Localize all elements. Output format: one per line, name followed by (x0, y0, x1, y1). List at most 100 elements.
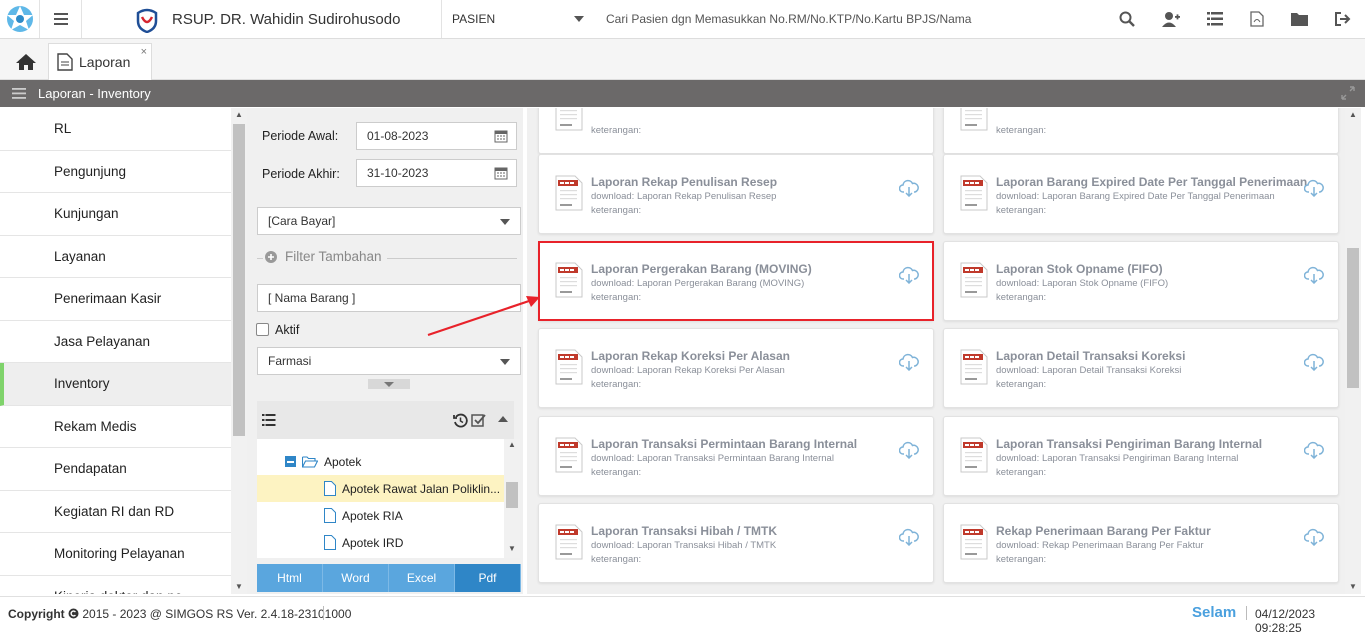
tree-scrollbar[interactable]: ▲ ▼ (504, 439, 520, 558)
check-square-icon[interactable] (471, 413, 487, 428)
search-icon[interactable] (1119, 11, 1135, 27)
nav-item-10[interactable]: Monitoring Pelayanan (0, 533, 231, 576)
collapse-icon[interactable] (285, 456, 296, 467)
nav-item-label: Monitoring Pelayanan (54, 546, 185, 562)
scrollbar-thumb[interactable] (1347, 248, 1359, 388)
tree-item-apotek[interactable]: Apotek (257, 448, 504, 475)
pdf-file-icon[interactable] (1250, 11, 1264, 27)
nav-item-8[interactable]: Pendapatan (0, 448, 231, 491)
report-card[interactable]: Laporan Barang Expired Date Per Tanggal … (943, 154, 1339, 234)
nav-item-4[interactable]: Penerimaan Kasir (0, 278, 231, 321)
scroll-up-icon[interactable]: ▲ (1345, 110, 1361, 122)
tree-item-apotek-ird[interactable]: Apotek IRD (257, 529, 504, 556)
periode-awal-input[interactable]: 01-08-2023 (356, 122, 517, 150)
hamburger-icon[interactable] (12, 88, 26, 99)
nav-item-5[interactable]: Jasa Pelayanan (0, 321, 231, 363)
report-card[interactable]: Laporan Rekap Koreksi Per Alasan download… (538, 328, 934, 408)
report-card[interactable]: Rekap Penerimaan Barang Per Faktur downlo… (943, 503, 1339, 583)
nav-item-11[interactable]: Kinerja dokter dan pe (0, 576, 231, 594)
scroll-down-icon[interactable]: ▼ (1345, 582, 1361, 594)
report-card[interactable]: keterangan: (538, 108, 934, 154)
cloud-download-icon[interactable] (898, 441, 919, 462)
app-logo-icon[interactable] (0, 0, 40, 38)
patient-mode-select[interactable]: PASIEN (442, 0, 592, 38)
periode-akhir-input[interactable]: 31-10-2023 (356, 159, 517, 187)
pdf-button[interactable]: Pdf (455, 564, 521, 592)
plus-circle-icon (265, 250, 277, 263)
report-card[interactable]: Laporan Transaksi Permintaan Barang Inte… (538, 416, 934, 496)
nav-item-2[interactable]: Kunjungan (0, 193, 231, 236)
cloud-download-icon[interactable] (1303, 179, 1324, 200)
list-icon[interactable] (262, 414, 276, 426)
word-button[interactable]: Word (323, 564, 389, 592)
cloud-download-icon[interactable] (1303, 528, 1324, 549)
report-file-icon (555, 108, 583, 134)
nav-item-0[interactable]: RL (0, 108, 231, 151)
report-card[interactable]: Laporan Rekap Penulisan Resep download: L… (538, 154, 934, 234)
scrollbar-thumb[interactable] (233, 124, 245, 436)
menu-toggle-button[interactable] (40, 0, 82, 38)
cloud-download-icon[interactable] (1303, 353, 1324, 374)
cloud-download-icon[interactable] (1303, 266, 1324, 287)
report-title: Laporan Transaksi Permintaan Barang Inte… (591, 437, 858, 451)
nav-item-9[interactable]: Kegiatan RI dan RD (0, 491, 231, 533)
report-download-text: download: Rekap Penerimaan Barang Per Fa… (996, 540, 1204, 551)
scroll-down-icon[interactable]: ▼ (504, 544, 520, 556)
report-file-icon (555, 349, 583, 388)
scroll-down-icon[interactable]: ▼ (231, 582, 247, 594)
farmasi-select[interactable]: Farmasi (257, 347, 521, 375)
calendar-icon[interactable] (494, 129, 508, 143)
collapse-handle[interactable] (368, 379, 410, 389)
home-tab[interactable] (8, 47, 44, 77)
folder-icon[interactable] (1291, 12, 1309, 26)
nav-scrollbar[interactable]: ▲ ▼ (231, 108, 247, 594)
filter-tambahan-label: Filter Tambahan (285, 249, 382, 264)
report-card[interactable]: keterangan: (943, 108, 1339, 154)
cloud-download-icon[interactable] (1303, 441, 1324, 462)
cloud-download-icon[interactable] (898, 179, 919, 200)
scrollbar-thumb[interactable] (506, 482, 518, 508)
patient-mode-value: PASIEN (452, 12, 496, 26)
cloud-download-icon[interactable] (898, 353, 919, 374)
report-card[interactable]: Laporan Transaksi Pengiriman Barang Inte… (943, 416, 1339, 496)
tab-laporan[interactable]: Laporan × (48, 43, 152, 80)
scroll-up-icon[interactable]: ▲ (231, 110, 247, 122)
scroll-up-icon[interactable]: ▲ (504, 440, 520, 452)
report-download-text: download: Laporan Barang Expired Date Pe… (996, 191, 1275, 202)
excel-button[interactable]: Excel (389, 564, 455, 592)
report-card[interactable]: Laporan Stok Opname (FIFO) download: Lapo… (943, 241, 1339, 321)
sign-out-icon[interactable] (1335, 12, 1351, 26)
expand-icon[interactable] (1341, 86, 1355, 100)
user-name[interactable]: Selam (1192, 604, 1236, 621)
nav-item-6[interactable]: Inventory (0, 363, 231, 406)
hospital-brand: RSUP. DR. Wahidin Sudirohusodo (82, 0, 442, 38)
nav-item-label: Kunjungan (54, 206, 119, 222)
cara-bayar-select[interactable]: [Cara Bayar] (257, 207, 521, 235)
download-name: Laporan Rekap Penulisan Resep (636, 191, 777, 202)
download-prefix: download: (996, 540, 1042, 551)
report-title: Laporan Transaksi Hibah / TMTK (591, 524, 778, 538)
add-user-icon[interactable] (1161, 11, 1180, 27)
filter-tambahan-toggle[interactable]: Filter Tambahan (265, 249, 382, 264)
tree-item-apotek-rawat-jalan[interactable]: Apotek Rawat Jalan Poliklin... (257, 475, 504, 502)
report-card[interactable]: Laporan Detail Transaksi Koreksi download… (943, 328, 1339, 408)
aktif-checkbox[interactable] (256, 323, 269, 336)
report-keterangan: keterangan: (996, 125, 1047, 136)
nav-item-7[interactable]: Rekam Medis (0, 406, 231, 448)
history-icon[interactable] (453, 413, 468, 428)
report-card[interactable]: Laporan Transaksi Hibah / TMTK download: … (538, 503, 934, 583)
nav-item-1[interactable]: Pengunjung (0, 151, 231, 193)
nama-barang-placeholder: [ Nama Barang ] (268, 291, 356, 305)
cloud-download-icon[interactable] (898, 528, 919, 549)
chevron-up-icon[interactable] (498, 416, 508, 422)
report-list-scrollbar[interactable]: ▲ ▼ (1345, 108, 1361, 594)
list-icon[interactable] (1206, 12, 1223, 26)
html-button[interactable]: Html (257, 564, 323, 592)
nav-item-label: Kinerja dokter dan pe (54, 589, 182, 594)
calendar-icon[interactable] (494, 166, 508, 180)
patient-search-input[interactable]: Cari Pasien dgn Memasukkan No.RM/No.KTP/… (600, 0, 1100, 38)
home-icon (16, 54, 36, 70)
nav-item-3[interactable]: Layanan (0, 236, 231, 278)
close-icon[interactable]: × (141, 46, 147, 58)
tree-item-apotek-ria[interactable]: Apotek RIA (257, 502, 504, 529)
